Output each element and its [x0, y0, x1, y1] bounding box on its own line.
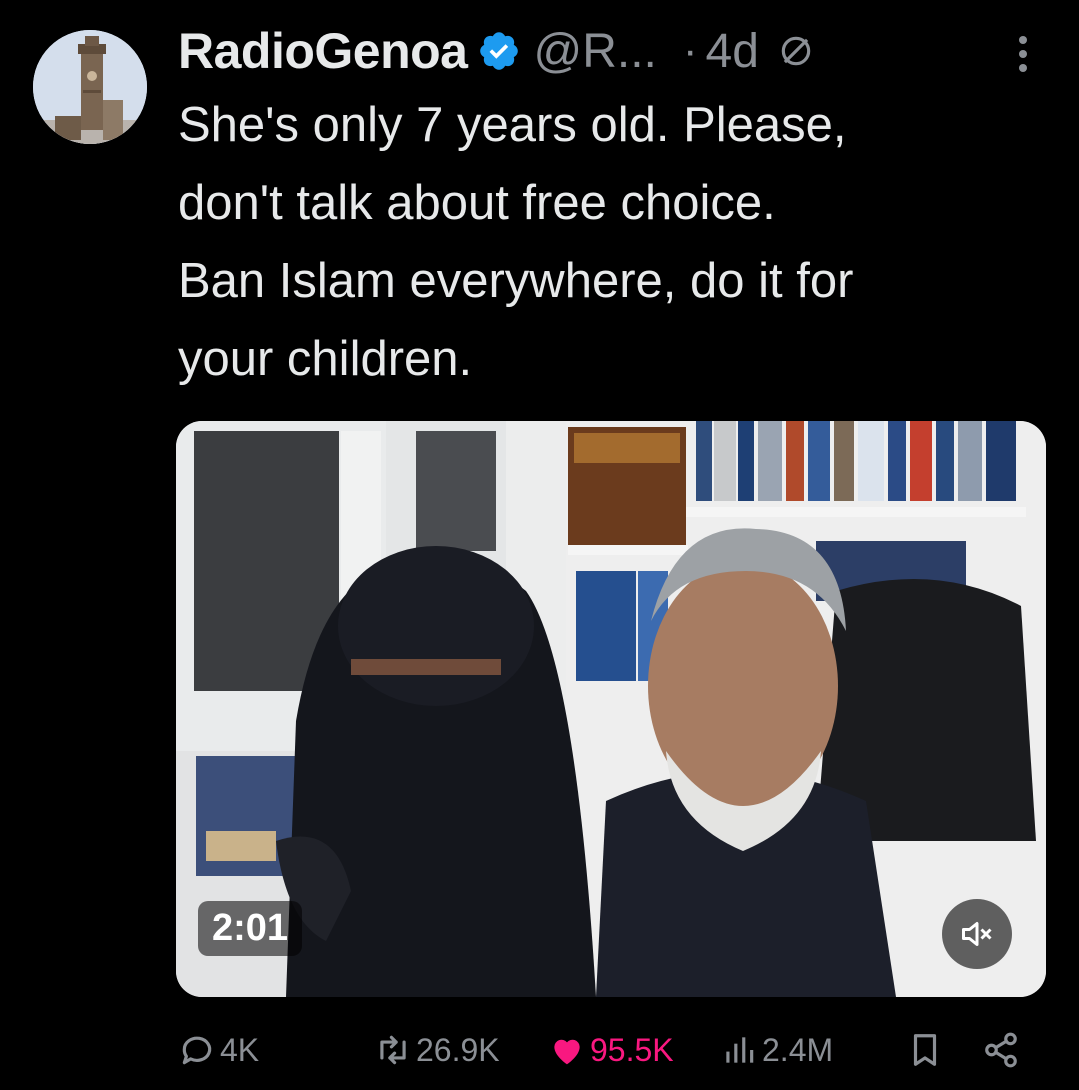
more-options-icon[interactable] [1017, 36, 1029, 72]
action-bar: 4K 26.9K 95.5K 2.4M [178, 1022, 1038, 1078]
author-display-name[interactable]: RadioGenoa [178, 22, 468, 80]
reply-button[interactable]: 4K [178, 1022, 259, 1078]
repost-count: 26.9K [416, 1031, 500, 1068]
tweet-text-line: Ban Islam everywhere, do it for [178, 254, 854, 308]
repost-arrows-icon [380, 1035, 406, 1065]
verified-badge-icon[interactable] [477, 29, 521, 73]
header-separator: · [682, 26, 698, 75]
tweet-text-line: don't talk about free choice. [178, 176, 776, 230]
avatar[interactable] [33, 30, 147, 144]
views-button[interactable]: 2.4M [720, 1022, 833, 1078]
views-count: 2.4M [762, 1031, 834, 1068]
reply-count: 4K [220, 1031, 260, 1068]
tweet-text: She's only 7 years old. Please, don't ta… [178, 86, 1058, 398]
tweet-header: RadioGenoa @R... · 4d [178, 18, 815, 84]
video-duration: 2:01 [198, 901, 303, 956]
tweet-card[interactable]: RadioGenoa @R... · 4d She's only 7 years… [0, 0, 1079, 1090]
repost-button[interactable]: 26.9K [374, 1022, 500, 1078]
heart-icon [554, 1039, 580, 1065]
like-count: 95.5K [590, 1031, 674, 1068]
bar-chart-icon [726, 1037, 754, 1063]
circle-slash-icon [781, 36, 811, 66]
bookmark-button[interactable] [906, 1022, 948, 1078]
speech-bubble-icon [182, 1036, 212, 1065]
video-frame [176, 421, 1046, 997]
bookmark-icon [913, 1034, 937, 1066]
tweet-text-line: She's only 7 years old. Please, [178, 98, 847, 152]
share-icon [985, 1032, 1017, 1068]
author-handle[interactable]: @R... [533, 24, 656, 79]
tweet-text-line: your children. [178, 332, 473, 386]
mute-button[interactable] [942, 899, 1012, 969]
share-button[interactable] [982, 1022, 1024, 1078]
post-time[interactable]: 4d [706, 24, 759, 79]
speaker-muted-icon [962, 922, 992, 946]
avatar-clock-tower-image [33, 30, 147, 144]
like-button[interactable]: 95.5K [548, 1022, 674, 1078]
video-player[interactable]: 2:01 [176, 421, 1046, 997]
